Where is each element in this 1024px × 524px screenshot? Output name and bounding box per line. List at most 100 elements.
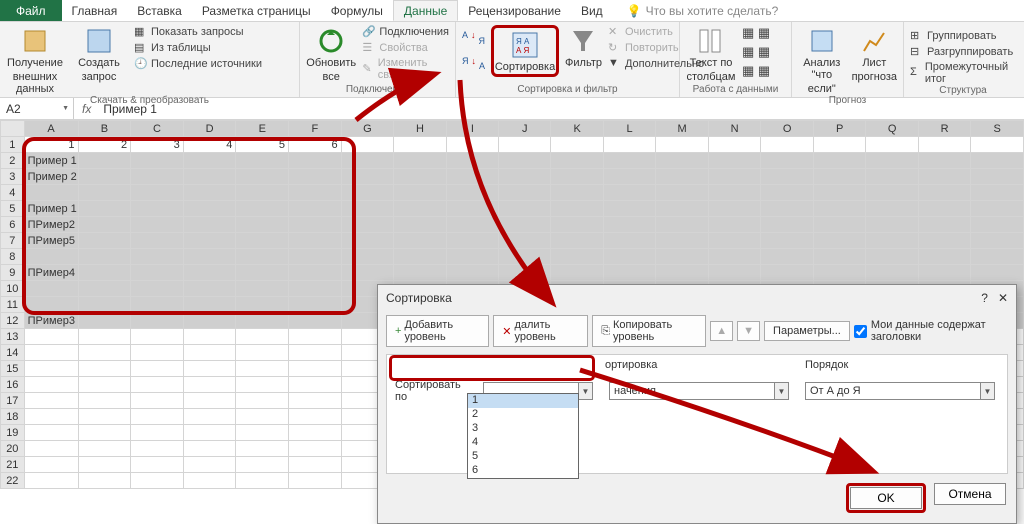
cell[interactable] xyxy=(183,233,236,249)
row-header[interactable]: 5 xyxy=(1,201,25,217)
column-header[interactable]: I xyxy=(446,121,498,137)
cell[interactable] xyxy=(236,473,289,489)
column-header[interactable]: P xyxy=(813,121,865,137)
cell[interactable] xyxy=(761,153,814,169)
cell[interactable] xyxy=(131,345,184,361)
cell[interactable] xyxy=(446,153,498,169)
subtotal-btn[interactable]: ΣПромежуточный итог xyxy=(910,61,1016,85)
cell[interactable] xyxy=(183,457,236,473)
row-header[interactable]: 9 xyxy=(1,265,25,281)
cell[interactable] xyxy=(131,313,184,329)
cell[interactable] xyxy=(918,233,971,249)
cell[interactable] xyxy=(708,201,761,217)
cell[interactable] xyxy=(24,425,78,441)
tab-file[interactable]: Файл xyxy=(0,0,62,21)
cell[interactable] xyxy=(78,297,131,313)
cell[interactable] xyxy=(656,169,709,185)
add-level-button[interactable]: +Добавить уровень xyxy=(386,315,489,347)
cell[interactable] xyxy=(918,265,971,281)
cell[interactable] xyxy=(24,457,78,473)
copy-level-button[interactable]: ⎘Копировать уровень xyxy=(592,315,706,347)
cell[interactable] xyxy=(499,153,551,169)
cell[interactable] xyxy=(236,377,289,393)
cell[interactable] xyxy=(551,265,603,281)
cell[interactable] xyxy=(236,457,289,473)
tab-view[interactable]: Вид xyxy=(571,0,613,21)
cell[interactable] xyxy=(813,249,865,265)
row-header[interactable]: 13 xyxy=(1,329,25,345)
ok-button[interactable]: OK xyxy=(850,487,922,509)
cell[interactable] xyxy=(183,249,236,265)
cell[interactable] xyxy=(78,313,131,329)
cell[interactable] xyxy=(78,377,131,393)
cell[interactable] xyxy=(866,185,919,201)
cell[interactable] xyxy=(499,137,551,153)
cell[interactable] xyxy=(289,313,342,329)
remove-dup[interactable]: ▦ ▦ xyxy=(742,44,770,60)
cell[interactable] xyxy=(78,441,131,457)
close-button[interactable]: ✕ xyxy=(998,291,1008,305)
refresh-all-button[interactable]: Обновить все xyxy=(306,25,356,83)
cell[interactable] xyxy=(236,313,289,329)
cell[interactable] xyxy=(603,169,655,185)
cell[interactable] xyxy=(236,361,289,377)
cell[interactable] xyxy=(761,217,814,233)
row-header[interactable]: 7 xyxy=(1,233,25,249)
sorton-combo[interactable]: начения▼ xyxy=(609,382,789,400)
cell[interactable] xyxy=(813,217,865,233)
cell[interactable] xyxy=(603,265,655,281)
cell[interactable]: 1 xyxy=(24,137,78,153)
cell[interactable]: 3 xyxy=(131,137,184,153)
cell[interactable]: ПРимер5 xyxy=(24,233,78,249)
cell[interactable] xyxy=(446,137,498,153)
headers-check[interactable] xyxy=(854,325,867,338)
cell[interactable] xyxy=(289,409,342,425)
row-header[interactable]: 3 xyxy=(1,169,25,185)
cell[interactable] xyxy=(183,329,236,345)
cell[interactable] xyxy=(131,169,184,185)
row-header[interactable]: 8 xyxy=(1,249,25,265)
cell[interactable] xyxy=(183,441,236,457)
cell[interactable] xyxy=(394,185,447,201)
sortby-dropdown-list[interactable]: 123456 xyxy=(467,393,579,479)
cell[interactable] xyxy=(78,457,131,473)
cell[interactable] xyxy=(131,201,184,217)
cell[interactable] xyxy=(236,233,289,249)
cell[interactable] xyxy=(603,153,655,169)
cell[interactable] xyxy=(971,185,1024,201)
column-header[interactable]: S xyxy=(971,121,1024,137)
row-header[interactable]: 15 xyxy=(1,361,25,377)
row-header[interactable]: 2 xyxy=(1,153,25,169)
column-header[interactable]: J xyxy=(499,121,551,137)
cell[interactable] xyxy=(289,345,342,361)
delete-level-button[interactable]: ✕далить уровень xyxy=(493,315,588,347)
cell[interactable] xyxy=(24,345,78,361)
cell[interactable] xyxy=(131,185,184,201)
cell[interactable] xyxy=(341,137,394,153)
tell-me[interactable]: 💡Что вы хотите сделать? xyxy=(627,4,779,18)
cell[interactable] xyxy=(24,441,78,457)
cell[interactable] xyxy=(24,329,78,345)
cell[interactable] xyxy=(971,153,1024,169)
cell[interactable] xyxy=(131,281,184,297)
cell[interactable] xyxy=(918,201,971,217)
cell[interactable] xyxy=(499,185,551,201)
cell[interactable] xyxy=(24,361,78,377)
flash-fill[interactable]: ▦ ▦ xyxy=(742,25,770,41)
column-header[interactable]: D xyxy=(183,121,236,137)
cell[interactable] xyxy=(551,249,603,265)
column-header[interactable]: N xyxy=(708,121,761,137)
cell[interactable] xyxy=(78,265,131,281)
row-header[interactable]: 11 xyxy=(1,297,25,313)
cell[interactable] xyxy=(656,201,709,217)
help-button[interactable]: ? xyxy=(981,291,988,305)
column-header[interactable]: C xyxy=(131,121,184,137)
cell[interactable] xyxy=(341,249,394,265)
cell[interactable] xyxy=(24,473,78,489)
cell[interactable] xyxy=(183,393,236,409)
group-btn[interactable]: ⊞Группировать xyxy=(910,29,1016,43)
cell[interactable] xyxy=(289,329,342,345)
cell[interactable] xyxy=(761,169,814,185)
cell[interactable] xyxy=(708,265,761,281)
cell[interactable] xyxy=(183,313,236,329)
